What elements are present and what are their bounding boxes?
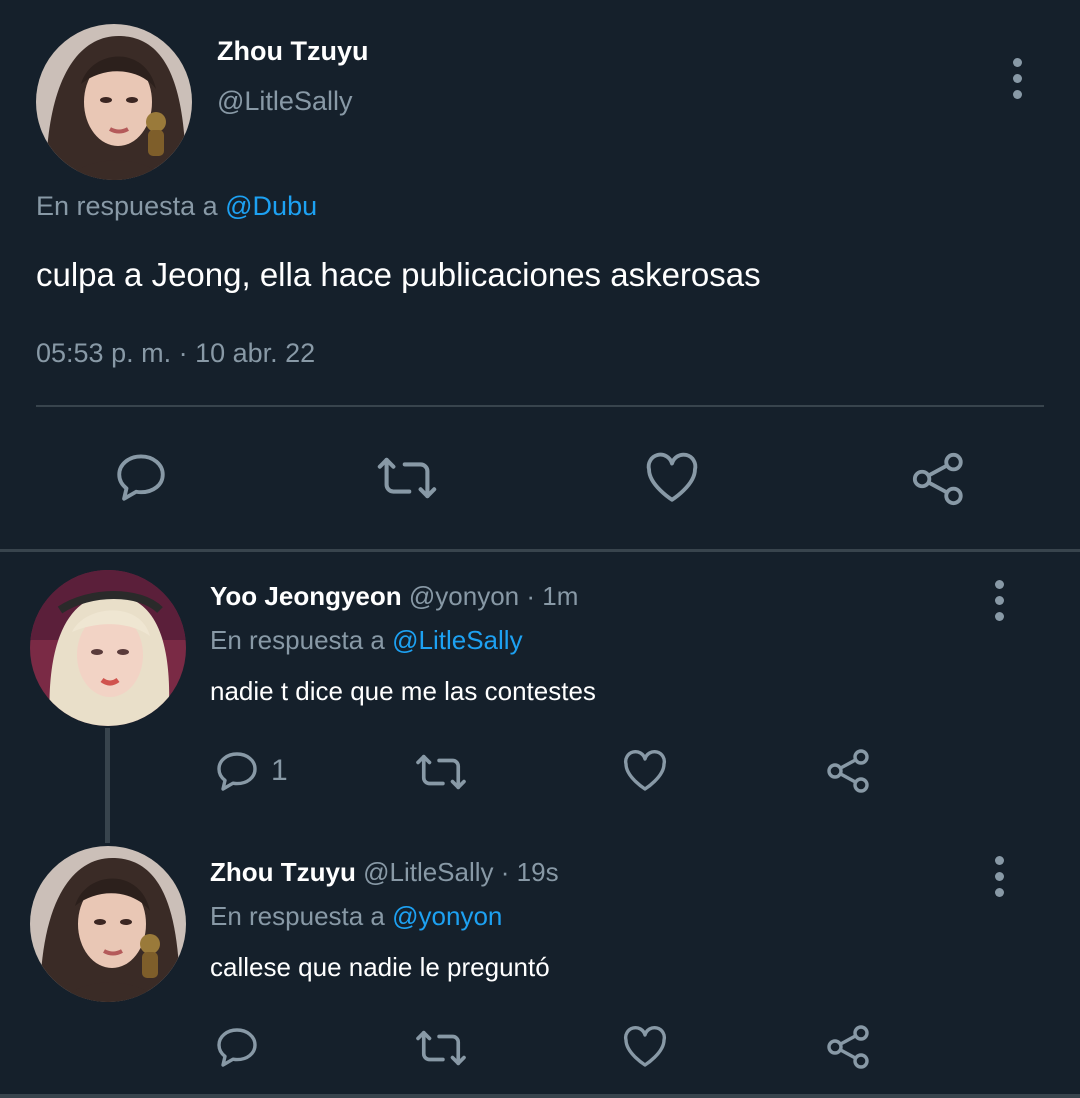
main-tweet-timestamp[interactable]: 05:53 p. m. · 10 abr. 22 [36,338,315,369]
bottom-divider [0,1094,1080,1098]
like-icon[interactable] [621,1024,669,1070]
main-author-avatar[interactable] [36,24,192,180]
reply-text: callese que nadie le preguntó [210,952,550,982]
reply-mention-link[interactable]: @LitleSally [392,625,522,655]
more-options-icon[interactable] [1010,58,1024,99]
share-icon[interactable] [825,747,873,795]
reply-handle-time[interactable]: @yonyon · 1m [409,581,578,611]
reply-header: Zhou Tzuyu @LitleSally · 19s [210,857,559,888]
reply-prefix: En respuesta a [36,191,218,221]
section-divider [0,549,1080,552]
reply-author-avatar[interactable] [30,570,186,726]
reply-author-avatar[interactable] [30,846,186,1002]
share-icon[interactable] [825,1023,873,1071]
reply-icon[interactable] [112,448,170,506]
reply-context: En respuesta a @yonyon [210,901,502,932]
like-icon[interactable] [621,748,669,794]
reply-text: nadie t dice que me las contestes [210,676,596,706]
reply-context: En respuesta a @LitleSally [210,625,523,656]
reply-author-name[interactable]: Yoo Jeongyeon [210,581,402,611]
reply-prefix: En respuesta a [210,625,385,655]
more-options-icon[interactable] [992,580,1006,621]
reply-icon[interactable] [213,1023,261,1071]
divider [36,405,1044,407]
main-author-handle[interactable]: @LitleSally [217,86,352,117]
retweet-icon[interactable] [412,1025,470,1071]
reply-handle-time[interactable]: @LitleSally · 19s [363,857,558,887]
thread-connector-line [105,728,110,843]
reply-mention-link[interactable]: @yonyon [392,901,502,931]
reply-context: En respuesta a @Dubu [36,191,317,222]
more-options-icon[interactable] [992,856,1006,897]
like-icon[interactable] [643,450,701,506]
main-author-name[interactable]: Zhou Tzuyu [217,36,368,67]
tweet-thread-screen: Zhou Tzuyu @LitleSally En respuesta a @D… [0,0,1080,1098]
reply-prefix: En respuesta a [210,901,385,931]
reply-icon [217,752,257,791]
reply-action[interactable]: 1 [213,747,288,795]
retweet-icon[interactable] [412,749,470,795]
main-tweet-text: culpa a Jeong, ella hace publicaciones a… [36,256,761,293]
reply-header: Yoo Jeongyeon @yonyon · 1m [210,581,578,612]
share-icon[interactable] [910,450,968,508]
reply-count: 1 [271,754,288,787]
reply-author-name[interactable]: Zhou Tzuyu [210,857,356,887]
retweet-icon[interactable] [373,450,441,506]
reply-mention-link[interactable]: @Dubu [225,191,317,221]
